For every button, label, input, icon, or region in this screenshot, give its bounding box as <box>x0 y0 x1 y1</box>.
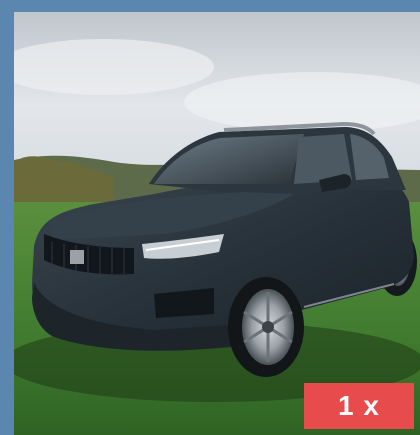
quantity-badge: 1 x <box>304 383 414 429</box>
hub <box>262 321 274 333</box>
car-photo[interactable]: 1 x <box>14 12 420 435</box>
image-frame: 1 x <box>0 0 420 435</box>
car-illustration <box>14 12 420 435</box>
brand-emblem <box>70 250 84 264</box>
